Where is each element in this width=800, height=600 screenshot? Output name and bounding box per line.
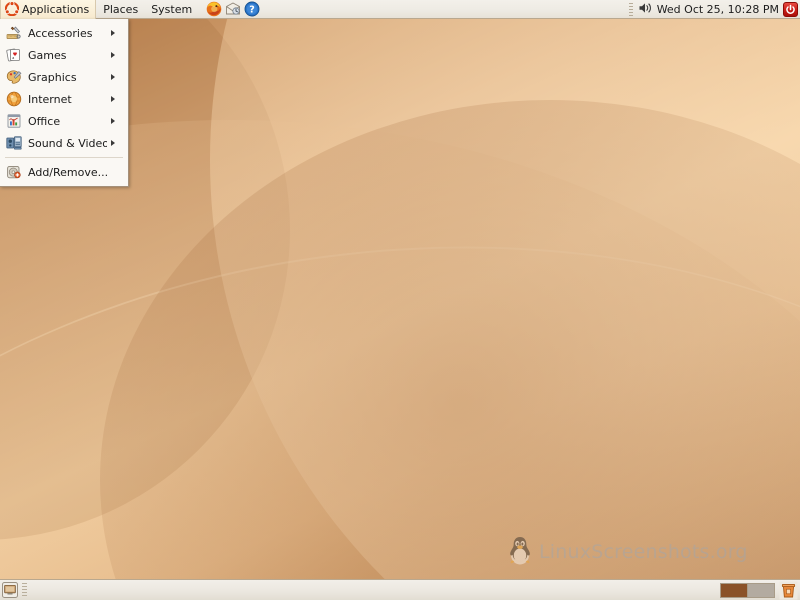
- workspace-1[interactable]: [721, 583, 747, 597]
- graphics-icon: [6, 69, 22, 85]
- clock[interactable]: Wed Oct 25, 10:28 PM: [657, 3, 779, 16]
- help-icon[interactable]: ?: [244, 1, 260, 17]
- menu-item-internet[interactable]: Internet: [0, 88, 128, 110]
- trash-icon[interactable]: [779, 581, 798, 600]
- menu-item-accessories-label: Accessories: [28, 26, 93, 40]
- menu-item-graphics-label: Graphics: [28, 70, 77, 84]
- menu-item-games[interactable]: Games: [0, 44, 128, 66]
- applications-menu-popup: Accessories Games Graphics Internet Offi…: [0, 19, 129, 187]
- menu-item-add-remove[interactable]: Add/Remove...: [0, 161, 128, 183]
- office-icon: [6, 113, 22, 129]
- workspace-2[interactable]: [747, 583, 774, 597]
- menu-item-sound-video[interactable]: Sound & Video: [0, 132, 128, 154]
- desktop-screen: LinuxScreenshots.org Applications Places…: [0, 0, 800, 600]
- watermark: LinuxScreenshots.org: [507, 535, 748, 569]
- firefox-icon[interactable]: [206, 1, 222, 17]
- svg-text:?: ?: [249, 5, 255, 16]
- menu-system-label: System: [151, 2, 193, 16]
- ubuntu-logo-icon: [5, 2, 19, 16]
- chevron-right-icon: [111, 74, 124, 80]
- sound-video-icon: [6, 135, 22, 151]
- window-list[interactable]: [30, 581, 720, 600]
- chevron-right-icon: [111, 52, 124, 58]
- tray-drag-handle[interactable]: [628, 2, 633, 16]
- menu-item-office[interactable]: Office: [0, 110, 128, 132]
- tux-penguin-icon: [507, 535, 533, 569]
- menu-item-accessories[interactable]: Accessories: [0, 22, 128, 44]
- chevron-right-icon: [111, 30, 124, 36]
- workspace-switcher[interactable]: [720, 582, 775, 598]
- menu-item-add-remove-label: Add/Remove...: [28, 165, 109, 179]
- panel-launchers: ?: [206, 1, 260, 17]
- speaker-icon[interactable]: [638, 1, 653, 18]
- notification-area: Wed Oct 25, 10:28 PM: [628, 0, 800, 19]
- menu-system[interactable]: System: [144, 0, 198, 19]
- chevron-right-icon: [111, 118, 124, 124]
- menu-item-graphics[interactable]: Graphics: [0, 66, 128, 88]
- menu-item-games-label: Games: [28, 48, 67, 62]
- internet-icon: [6, 91, 22, 107]
- power-icon[interactable]: [783, 1, 798, 17]
- bottom-panel: [0, 579, 800, 600]
- chevron-right-icon: [111, 140, 124, 146]
- menu-places-label: Places: [103, 2, 139, 16]
- menu-item-office-label: Office: [28, 114, 61, 128]
- add-remove-icon: [6, 164, 22, 180]
- games-icon: [6, 47, 22, 63]
- evolution-mail-icon[interactable]: [225, 1, 241, 17]
- watermark-text: LinuxScreenshots.org: [539, 541, 748, 563]
- menu-applications[interactable]: Applications: [0, 0, 97, 19]
- menu-item-sound-video-label: Sound & Video: [28, 136, 107, 150]
- chevron-right-icon: [111, 96, 124, 102]
- menu-applications-label: Applications: [22, 2, 90, 16]
- show-desktop-icon[interactable]: [1, 581, 19, 599]
- menu-places[interactable]: Places: [96, 0, 144, 19]
- accessories-icon: [6, 25, 22, 41]
- panel-drag-handle[interactable]: [22, 582, 27, 598]
- menu-separator: [5, 157, 123, 158]
- menu-item-internet-label: Internet: [28, 92, 72, 106]
- top-panel: Applications Places System ? Wed Oct 25,…: [0, 0, 800, 19]
